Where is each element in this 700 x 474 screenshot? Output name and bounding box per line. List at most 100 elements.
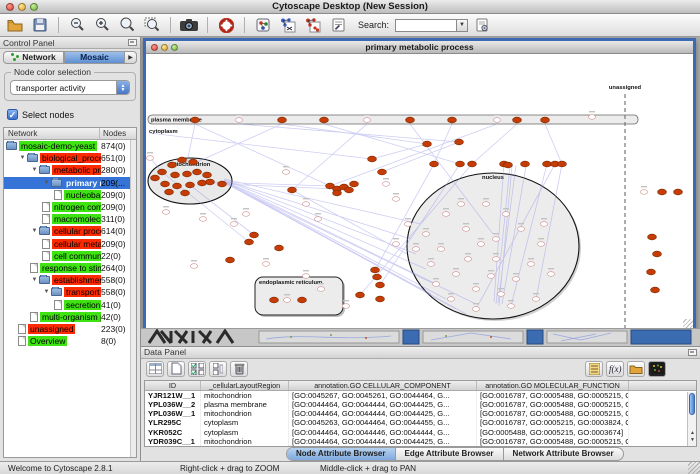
tree-row[interactable]: mosaic-demo-yeast874(0) bbox=[4, 140, 130, 152]
matrix-icon[interactable] bbox=[648, 361, 666, 377]
network-view-titlebar[interactable]: primary metabolic process bbox=[146, 41, 693, 54]
table-scrollbar[interactable]: ▲▼ bbox=[687, 392, 696, 446]
region-nucleus[interactable] bbox=[407, 173, 579, 319]
attribute-list-icon[interactable] bbox=[585, 361, 603, 377]
network-view-blue-icon[interactable] bbox=[277, 16, 299, 35]
tree-row[interactable]: cell communicat22(0) bbox=[4, 250, 130, 262]
table-scrollbar-thumb[interactable] bbox=[689, 393, 695, 415]
tree-row[interactable]: ▼establishment of lo558(0) bbox=[4, 274, 130, 286]
table-column-header[interactable]: _cellularLayoutRegion bbox=[201, 381, 289, 390]
network-node-selected bbox=[278, 117, 287, 123]
tree-row[interactable]: ▼metabolic process280(0) bbox=[4, 164, 130, 176]
table-column-header[interactable]: annotation.GO CELLULAR_COMPONENT bbox=[289, 381, 477, 390]
attribute-table-header[interactable]: ID_cellularLayoutRegionannotation.GO CEL… bbox=[145, 381, 696, 391]
select-attributes-icon[interactable] bbox=[188, 361, 206, 377]
search-input[interactable] bbox=[395, 19, 457, 32]
tab-edge-attribute-browser[interactable]: Edge Attribute Browser bbox=[396, 448, 504, 460]
node-color-selection-label: Node color selection bbox=[11, 67, 94, 77]
tree-row-label: secretion bbox=[64, 300, 101, 310]
tree-row[interactable]: ▼biological_process651(0) bbox=[4, 152, 130, 164]
table-row[interactable]: YKR052Ccytoplasm[GO:0044464, GO:0044446,… bbox=[145, 428, 696, 437]
tree-row[interactable]: cellular metabol209(0) bbox=[4, 238, 130, 250]
delete-attribute-icon[interactable] bbox=[230, 361, 248, 377]
tab-overflow-icon[interactable]: ▶ bbox=[125, 51, 137, 64]
frame-zoom-icon[interactable] bbox=[171, 44, 178, 51]
vizmapper-icon[interactable] bbox=[252, 16, 274, 35]
network-node bbox=[283, 298, 290, 303]
network-node bbox=[342, 304, 349, 309]
attribute-table-body[interactable]: YJR121W__1mitochondrion[GO:0045267, GO:0… bbox=[145, 391, 696, 446]
tree-column-nodes[interactable]: Nodes bbox=[100, 128, 136, 139]
frame-window-controls[interactable] bbox=[151, 44, 178, 51]
tree-row[interactable]: nucleobase-209(0) bbox=[4, 189, 130, 201]
zoom-in-icon[interactable] bbox=[91, 16, 113, 35]
save-icon[interactable] bbox=[29, 16, 51, 35]
node-color-dropdown[interactable]: transporter activity ▲▼ bbox=[10, 80, 130, 95]
function-builder-icon[interactable]: f(x) bbox=[606, 361, 624, 377]
attribute-file-icon[interactable] bbox=[471, 16, 493, 35]
table-chooser-icon[interactable] bbox=[146, 361, 164, 377]
table-column-header[interactable]: annotation.GO MOLECULAR_FUNCTION bbox=[477, 381, 629, 390]
region-plasma-membrane[interactable] bbox=[148, 115, 638, 124]
tree-row[interactable]: ▼cellular process614(0) bbox=[4, 225, 130, 237]
tree-row[interactable]: multi-organism pro42(0) bbox=[4, 311, 130, 323]
annotation-icon[interactable] bbox=[327, 16, 349, 35]
tree-expand-icon[interactable]: ▼ bbox=[18, 155, 27, 161]
network-view-window: primary metabolic process plasma membran… bbox=[143, 38, 696, 333]
window-resize-grip[interactable] bbox=[688, 462, 700, 474]
tab-network-attribute-browser[interactable]: Network Attribute Browser bbox=[504, 448, 623, 460]
tree-expand-icon[interactable]: ▼ bbox=[30, 167, 39, 173]
table-row[interactable]: YPL036W__1mitochondrion[GO:0044464, GO:0… bbox=[145, 409, 696, 418]
tree-row[interactable]: ▼transport558(0) bbox=[4, 286, 130, 298]
table-scrollbar-arrows[interactable]: ▲▼ bbox=[688, 429, 697, 445]
network-view-red-icon[interactable] bbox=[302, 16, 324, 35]
tree-row[interactable]: response to stimulu264(0) bbox=[4, 262, 130, 274]
network-node bbox=[493, 118, 500, 123]
tab-mosaic[interactable]: Mosaic bbox=[64, 51, 125, 64]
network-node bbox=[317, 287, 324, 292]
tree-row[interactable]: secretion41(0) bbox=[4, 298, 130, 310]
import-attributes-icon[interactable] bbox=[627, 361, 645, 377]
minimize-window-icon[interactable] bbox=[18, 3, 26, 11]
new-attribute-icon[interactable] bbox=[167, 361, 185, 377]
tree-row[interactable]: ▼primary metabolic209(... bbox=[4, 177, 130, 189]
table-row[interactable]: YDR039C__1mitochondrion[GO:0044464, GO:0… bbox=[145, 437, 696, 446]
network-node bbox=[314, 217, 321, 222]
zoom-fit-icon[interactable] bbox=[116, 16, 138, 35]
tree-row[interactable]: nitrogen compo209(0) bbox=[4, 201, 130, 213]
table-row[interactable]: YPL036W__2plasma membrane[GO:0044464, GO… bbox=[145, 400, 696, 409]
tree-column-network[interactable]: Network bbox=[4, 128, 100, 139]
snapshot-icon[interactable] bbox=[178, 16, 200, 35]
help-icon[interactable] bbox=[215, 16, 237, 35]
window-controls[interactable] bbox=[6, 3, 38, 11]
tree-row[interactable]: Overview8(0) bbox=[4, 335, 130, 347]
select-nodes-checkbox[interactable]: ✓ bbox=[7, 109, 18, 120]
background-windows-strip[interactable] bbox=[141, 328, 700, 346]
frame-minimize-icon[interactable] bbox=[161, 44, 168, 51]
tree-expand-icon[interactable]: ▼ bbox=[42, 289, 51, 295]
zoom-out-icon[interactable] bbox=[66, 16, 88, 35]
table-row[interactable]: YJR121W__1mitochondrion[GO:0045267, GO:0… bbox=[145, 391, 696, 400]
network-canvas[interactable]: plasma membranecytoplasmmitochondrionnuc… bbox=[146, 54, 693, 329]
float-panel-icon[interactable] bbox=[128, 39, 137, 46]
tree-scrollbar[interactable] bbox=[130, 140, 136, 457]
tree-expand-icon[interactable]: ▼ bbox=[30, 228, 39, 234]
tree-expand-icon[interactable]: ▼ bbox=[30, 277, 39, 283]
tree-row-label: nucleobase- bbox=[64, 190, 101, 200]
table-row[interactable]: YLR295Ccytoplasm[GO:0045263, GO:0044464,… bbox=[145, 418, 696, 427]
tree-expand-icon[interactable]: ▼ bbox=[42, 180, 51, 186]
tab-network[interactable]: Network bbox=[3, 51, 64, 64]
network-nodes-unselected[interactable] bbox=[146, 111, 647, 311]
open-icon[interactable] bbox=[4, 16, 26, 35]
zoom-selected-icon[interactable] bbox=[141, 16, 163, 35]
tree-row[interactable]: macromolecule311(0) bbox=[4, 213, 130, 225]
unselect-attributes-icon[interactable] bbox=[209, 361, 227, 377]
frame-close-icon[interactable] bbox=[151, 44, 158, 51]
tab-node-attribute-browser[interactable]: Node Attribute Browser bbox=[287, 448, 396, 460]
zoom-window-icon[interactable] bbox=[30, 3, 38, 11]
tree-row[interactable]: unassigned223(0) bbox=[4, 323, 130, 335]
close-window-icon[interactable] bbox=[6, 3, 14, 11]
table-column-header[interactable]: ID bbox=[145, 381, 201, 390]
data-panel-float-icon[interactable] bbox=[688, 349, 697, 356]
search-dropdown-icon[interactable]: ▼ bbox=[457, 19, 468, 32]
